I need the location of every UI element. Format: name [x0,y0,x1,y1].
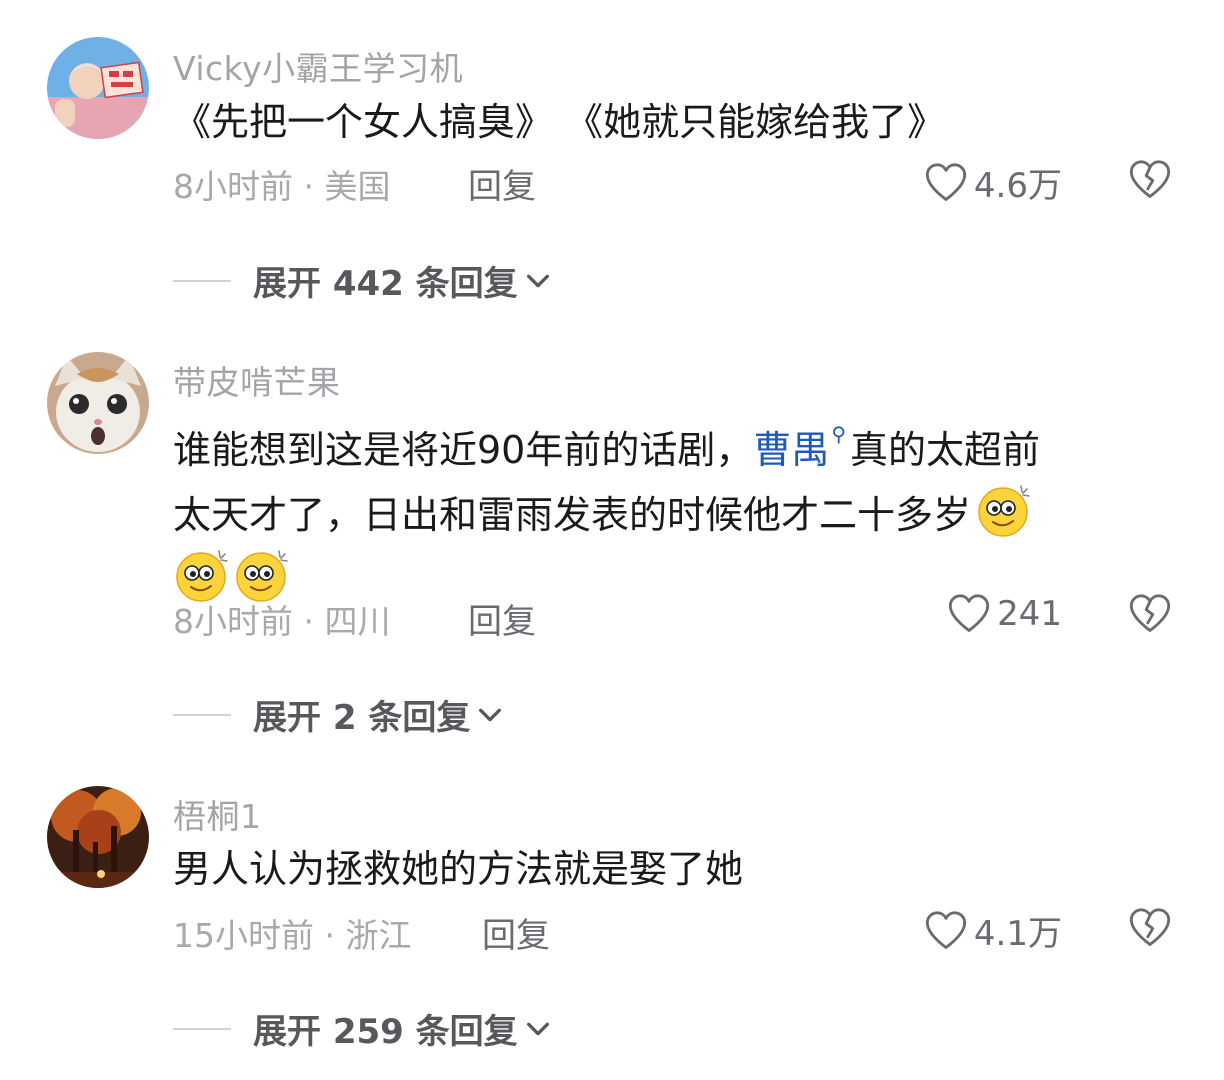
dislike-button[interactable] [1128,592,1172,640]
mention-link[interactable]: 曹禺 [753,428,829,472]
comment-text-segment: 真的太超前 [850,428,1041,472]
dislike-button[interactable] [1128,158,1172,206]
expand-replies-button[interactable]: 展开 442 条回复 [173,256,552,305]
comment-text-segment: 太天才了，日出和雷雨发表的时候他才二十多岁 [173,493,972,537]
broken-heart-icon [1128,158,1172,202]
search-icon[interactable]: ⚲ [831,422,846,446]
chevron-down-icon [524,1015,552,1043]
dizzy-face-emoji-icon [975,482,1031,538]
username[interactable]: 带皮啃芒果 [173,356,341,404]
time-location: 8小时前 · 四川 [173,602,391,641]
avatar-grandma-with-sign-icon [47,37,149,139]
comment-text-line: 谁能想到这是将近90年前的话剧，曹禺 ⚲ 真的太超前 [173,402,1173,482]
like-count: 4.6万 [973,166,1062,206]
heart-icon [924,909,968,953]
avatar-autumn-trees-icon [47,786,149,888]
user-avatar[interactable] [47,786,149,888]
reply-button[interactable]: 回复 [468,159,536,208]
divider [173,279,231,282]
reply-button[interactable]: 回复 [482,908,550,957]
comment-text: 男人认为拯救她的方法就是娶了她 [173,837,1173,901]
comment-text: 谁能想到这是将近90年前的话剧，曹禺 ⚲ 真的太超前 太天才了，日出和雷雨发表的时候… [173,402,1173,612]
broken-heart-icon [1128,592,1172,636]
divider [173,713,231,716]
expand-replies-label: 展开 442 条回复 [253,264,518,304]
comment-text-line: 太天才了，日出和雷雨发表的时候他才二十多岁 [173,482,1173,547]
time-location: 15小时前 · 浙江 [173,916,412,955]
user-avatar[interactable] [47,352,149,454]
comment-text-segment: 谁能想到这是将近90年前的话剧， [173,428,754,472]
like-button[interactable]: 4.1万 [924,906,1062,955]
expand-replies-button[interactable]: 展开 2 条回复 [173,690,504,739]
like-count: 241 [997,594,1062,634]
expand-replies-button[interactable]: 展开 259 条回复 [173,1004,552,1053]
expand-replies-label: 展开 259 条回复 [253,1012,518,1052]
dislike-button[interactable] [1128,906,1172,954]
chevron-down-icon [524,267,552,295]
avatar-cat-icon [47,352,149,454]
expand-replies-label: 展开 2 条回复 [253,698,471,738]
divider [173,1027,231,1030]
chevron-down-icon [476,701,504,729]
username[interactable]: Vicky小霸王学习机 [173,42,463,90]
user-avatar[interactable] [47,37,149,139]
comment-text: 《先把一个女人搞臭》 《她就只能嫁给我了》 [173,90,1173,154]
heart-icon [947,592,991,636]
like-button[interactable]: 241 [947,592,1062,636]
username[interactable]: 梧桐1 [173,790,262,838]
like-count: 4.1万 [973,914,1062,954]
time-location: 8小时前 · 美国 [173,167,391,206]
broken-heart-icon [1128,906,1172,950]
comment-text-line: 《先把一个女人搞臭》 《她就只能嫁给我了》 [173,100,946,144]
like-button[interactable]: 4.6万 [924,158,1062,207]
comment-text-line: 男人认为拯救她的方法就是娶了她 [173,847,744,891]
heart-icon [924,161,968,205]
reply-button[interactable]: 回复 [468,594,536,643]
